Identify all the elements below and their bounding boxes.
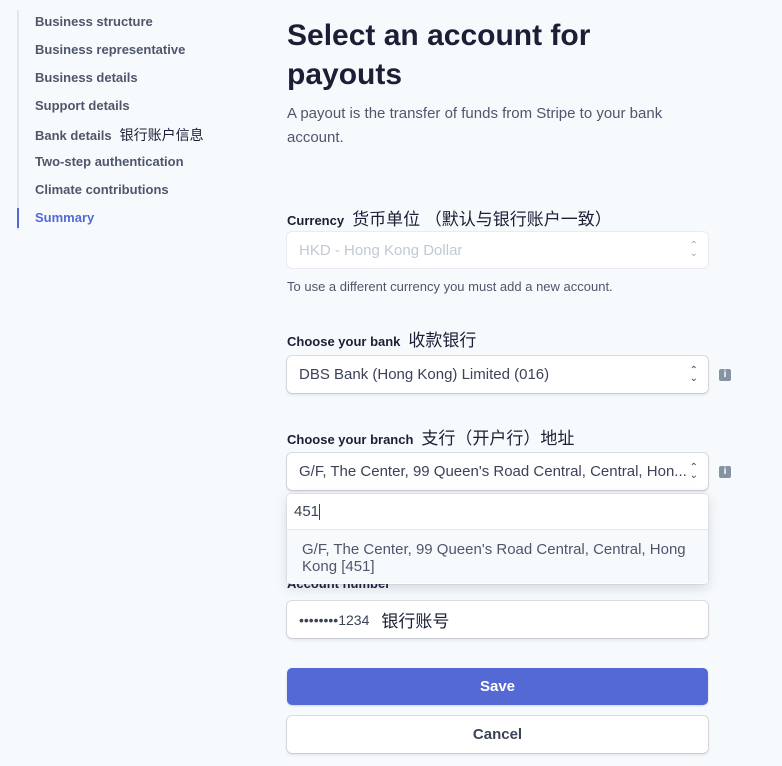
chevron-up-down-icon: ⌃ ⌄ [689,461,698,481]
input-value: ••••••••1234 [299,611,370,628]
sidebar-item-label: Business details [35,70,138,85]
sidebar-item-label: Summary [35,210,95,225]
account-number-input[interactable]: ••••••••1234 银行账号 [287,601,708,638]
sidebar-item-label: Climate contributions [35,182,169,197]
sidebar-item-business-representative[interactable]: Business representative [35,42,185,57]
chevron-up-down-icon: ⌃ ⌄ [689,240,698,259]
select-value: G/F, The Center, 99 Queen's Road Central… [299,463,687,480]
bank-select[interactable]: DBS Bank (Hong Kong) Limited (016) ⌃ ⌄ [287,356,708,393]
sidebar-nav: Business structure Business representati… [17,10,257,230]
chevron-up-down-icon: ⌃ ⌄ [689,364,698,384]
branch-option[interactable]: G/F, The Center, 99 Queen's Road Central… [287,530,708,583]
branch-select[interactable]: G/F, The Center, 99 Queen's Road Central… [287,453,708,490]
currency-select[interactable]: HKD - Hong Kong Dollar ⌃ ⌄ [287,232,708,268]
bank-label: Choose your bank 收款银行 [287,326,476,351]
currency-help-text: To use a different currency you must add… [287,279,613,294]
sidebar-item-climate-contributions[interactable]: Climate contributions [35,182,169,197]
sidebar-item-label: Support details [35,98,130,113]
info-icon[interactable]: i [719,369,731,381]
sidebar-item-label: Business representative [35,42,186,57]
sidebar-item-summary[interactable]: Summary [35,210,94,225]
sidebar-item-business-structure[interactable]: Business structure [35,14,153,29]
annotation-text: 收款银行 [408,331,477,350]
save-button[interactable]: Save [287,668,708,705]
sidebar-item-label: Business structure [35,14,153,29]
annotation-text: 货币单位 （默认与银行账户一致） [352,210,612,229]
annotation-text: 银行账户信息 [119,127,204,143]
annotation-text: 支行（开户行）地址 [421,429,575,448]
active-indicator [17,208,19,228]
sidebar-item-support-details[interactable]: Support details [35,98,130,113]
cancel-button[interactable]: Cancel [287,716,708,753]
label-text: Currency [287,213,345,228]
select-value: DBS Bank (Hong Kong) Limited (016) [299,366,550,383]
branch-search-input[interactable]: 451 [287,494,708,530]
branch-label: Choose your branch 支行（开户行）地址 [287,424,574,449]
sidebar-item-label: Two-step authentication [35,154,184,169]
sidebar-item-business-details[interactable]: Business details [35,70,138,85]
sidebar-item-two-step-authentication[interactable]: Two-step authentication [35,154,184,169]
annotation-text: 银行账号 [381,612,450,631]
page-description: A payout is the transfer of funds from S… [287,105,663,146]
branch-dropdown: 451 G/F, The Center, 99 Queen's Road Cen… [287,494,708,584]
sidebar-item-label: Bank details [35,128,112,143]
label-text: Choose your branch [287,432,414,447]
sidebar-item-bank-details[interactable]: Bank details 银行账户信息 [35,125,204,145]
currency-label: Currency 货币单位 （默认与银行账户一致） [287,205,612,230]
search-value: 451 [294,503,320,520]
text-caret [319,504,321,521]
info-icon[interactable]: i [719,466,731,478]
label-text: Choose your bank [287,334,401,349]
select-value: HKD - Hong Kong Dollar [299,241,463,259]
page-title: Select an account for payouts [287,19,591,91]
